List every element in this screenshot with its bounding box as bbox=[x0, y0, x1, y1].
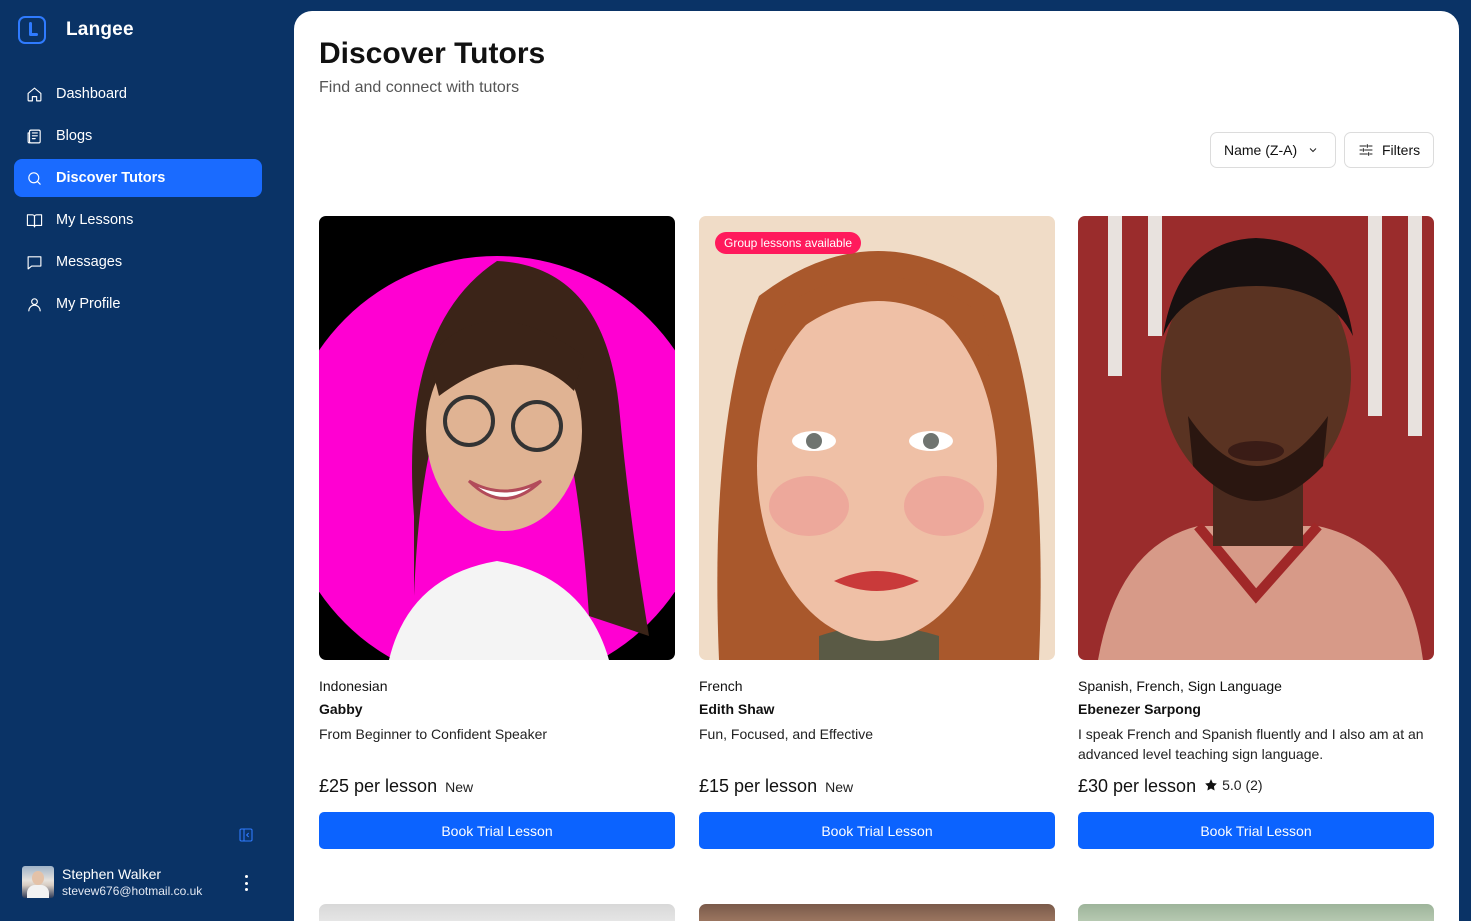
tutor-portrait-image bbox=[1078, 216, 1434, 660]
tutor-photo[interactable] bbox=[319, 216, 675, 660]
sort-select[interactable]: Name (Z-A) bbox=[1210, 132, 1336, 168]
user-info: Stephen Walker stevew676@hotmail.co.uk bbox=[62, 866, 202, 898]
tutor-card[interactable]: Spanish, French, Sign Language Ebenezer … bbox=[1078, 216, 1434, 849]
sidebar-item-label: My Lessons bbox=[56, 212, 134, 228]
tutor-languages: French bbox=[699, 678, 743, 694]
avatar bbox=[22, 866, 54, 898]
sidebar-item-my-lessons[interactable]: My Lessons bbox=[14, 201, 262, 239]
tutor-price: £25 per lesson bbox=[319, 776, 438, 796]
tutor-price-row: £25 per lesson New bbox=[319, 776, 473, 797]
tutor-languages: Indonesian bbox=[319, 678, 388, 694]
message-square-icon bbox=[26, 254, 43, 271]
newspaper-icon bbox=[26, 128, 43, 145]
tutor-portrait-image bbox=[319, 216, 675, 660]
tutor-price-row: £15 per lesson New bbox=[699, 776, 853, 797]
sidebar-item-label: Messages bbox=[56, 254, 123, 270]
sidebar: Langee Dashboard Blogs Discover Tutors M… bbox=[0, 0, 294, 921]
more-vertical-icon[interactable] bbox=[240, 875, 252, 891]
rating-value: 5.0 (2) bbox=[1222, 777, 1263, 793]
book-trial-lesson-button[interactable]: Book Trial Lesson bbox=[699, 812, 1055, 849]
filters-label: Filters bbox=[1382, 142, 1421, 158]
book-open-icon bbox=[26, 212, 43, 229]
sort-select-value: Name (Z-A) bbox=[1224, 142, 1298, 158]
chevron-down-icon bbox=[1309, 148, 1317, 153]
group-lessons-badge: Group lessons available bbox=[715, 232, 862, 254]
brand-name: Langee bbox=[66, 19, 134, 40]
tutor-photo-peek[interactable] bbox=[1078, 904, 1434, 921]
tutor-name[interactable]: Edith Shaw bbox=[699, 701, 1055, 717]
sidebar-item-dashboard[interactable]: Dashboard bbox=[14, 75, 262, 113]
user-email: stevew676@hotmail.co.uk bbox=[62, 884, 203, 898]
langee-logo-icon bbox=[18, 16, 46, 44]
tutor-card[interactable]: Indonesian Gabby From Beginner to Confid… bbox=[319, 216, 675, 849]
page-title: Discover Tutors bbox=[319, 37, 546, 70]
book-trial-lesson-button[interactable]: Book Trial Lesson bbox=[319, 812, 675, 849]
sidebar-item-discover-tutors[interactable]: Discover Tutors bbox=[14, 159, 262, 197]
tutor-card[interactable]: Group lessons available French Edith Sha… bbox=[699, 216, 1055, 849]
tutor-price-row: £30 per lesson 5.0 (2) bbox=[1078, 776, 1263, 797]
tutor-photo[interactable]: Group lessons available bbox=[699, 216, 1055, 660]
home-icon bbox=[26, 86, 43, 103]
page-subtitle: Find and connect with tutors bbox=[319, 79, 520, 96]
filters-button[interactable]: Filters bbox=[1344, 132, 1434, 168]
user-name: Stephen Walker bbox=[62, 866, 162, 882]
sidebar-item-messages[interactable]: Messages bbox=[14, 243, 262, 281]
sidebar-item-my-profile[interactable]: My Profile bbox=[14, 285, 262, 323]
tutor-price: £15 per lesson bbox=[699, 776, 818, 796]
app-root: Langee Dashboard Blogs Discover Tutors M… bbox=[0, 0, 1471, 921]
sidebar-nav: Dashboard Blogs Discover Tutors My Lesso… bbox=[14, 75, 262, 327]
sidebar-item-label: Dashboard bbox=[56, 86, 127, 102]
new-tag: New bbox=[445, 779, 474, 795]
sliders-icon bbox=[1359, 144, 1373, 156]
tutor-portrait-image bbox=[699, 216, 1055, 660]
user-icon bbox=[26, 296, 43, 313]
search-icon bbox=[26, 170, 43, 187]
new-tag: New bbox=[825, 779, 854, 795]
sidebar-item-label: Blogs bbox=[56, 128, 93, 144]
tutor-name[interactable]: Ebenezer Sarpong bbox=[1078, 701, 1434, 717]
tutor-headline: Fun, Focused, and Effective bbox=[699, 726, 874, 742]
brand[interactable]: Langee bbox=[18, 16, 134, 44]
tutor-price: £30 per lesson bbox=[1078, 776, 1197, 796]
tutor-photo-peek[interactable] bbox=[699, 904, 1055, 921]
star-icon bbox=[1205, 779, 1217, 791]
sidebar-item-blogs[interactable]: Blogs bbox=[14, 117, 262, 155]
tutor-headline: From Beginner to Confident Speaker bbox=[319, 726, 548, 742]
sidebar-item-label: My Profile bbox=[56, 296, 121, 312]
tutor-rating: 5.0 (2) bbox=[1204, 777, 1263, 793]
tutor-languages: Spanish, French, Sign Language bbox=[1078, 678, 1282, 694]
main-panel: Discover Tutors Find and connect with tu… bbox=[294, 11, 1459, 921]
sidebar-collapse-icon[interactable] bbox=[238, 827, 254, 843]
sidebar-item-label: Discover Tutors bbox=[56, 170, 166, 186]
tutor-photo[interactable] bbox=[1078, 216, 1434, 660]
book-trial-lesson-button[interactable]: Book Trial Lesson bbox=[1078, 812, 1434, 849]
tutor-photo-peek[interactable] bbox=[319, 904, 675, 921]
tutor-name[interactable]: Gabby bbox=[319, 701, 675, 717]
user-account[interactable]: Stephen Walker stevew676@hotmail.co.uk bbox=[22, 866, 262, 898]
tutor-headline: I speak French and Spanish fluently and … bbox=[1078, 726, 1424, 762]
